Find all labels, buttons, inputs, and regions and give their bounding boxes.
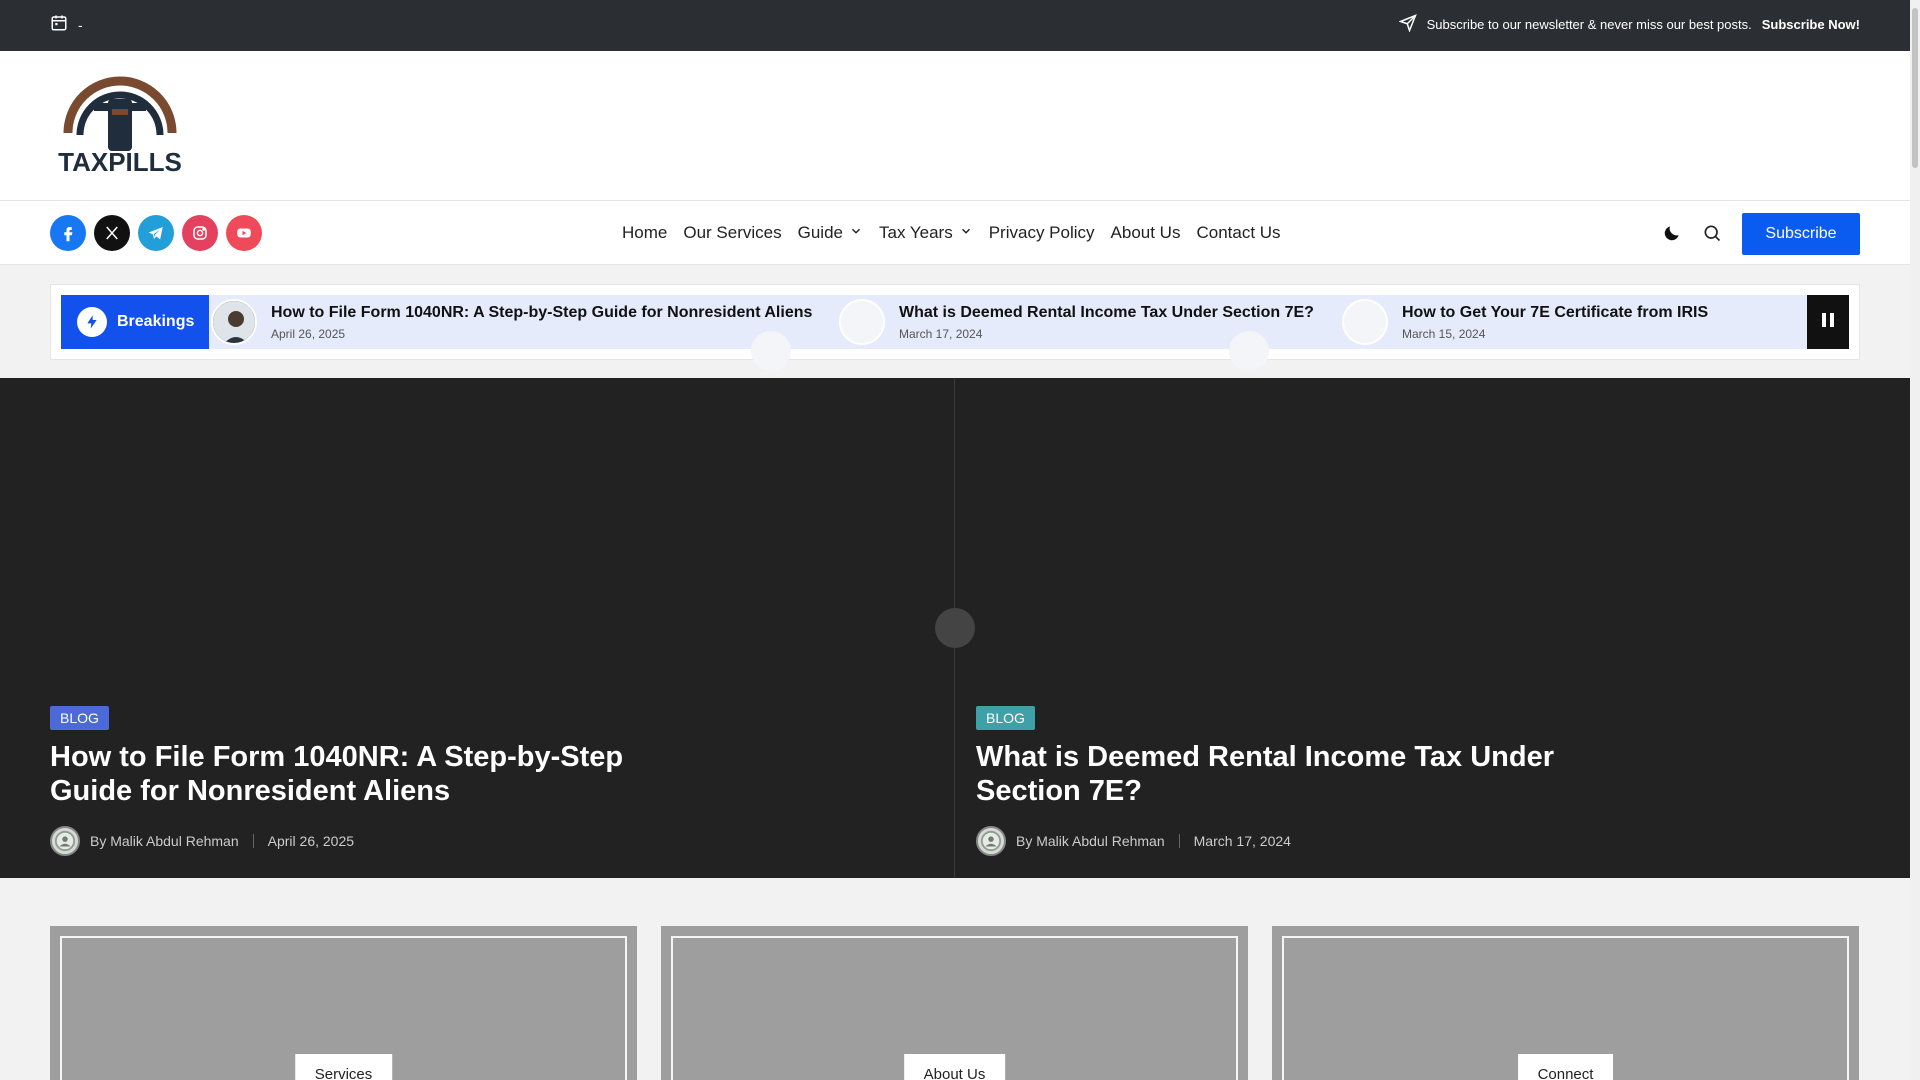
card-services[interactable]: Services	[50, 926, 637, 1080]
menu-item-our-services[interactable]: Our Services	[683, 223, 781, 243]
search-icon[interactable]	[1700, 221, 1724, 245]
ticker-ghost-thumbnail	[751, 331, 791, 371]
post-author[interactable]: By Malik Abdul Rehman	[90, 833, 239, 849]
site-header: TAXPILLS	[0, 51, 1910, 201]
chevron-down-icon	[959, 223, 973, 243]
author-avatar[interactable]	[50, 826, 80, 856]
breaking-news-ticker: Breakings How to File Form 1040NR: A Ste…	[50, 284, 1860, 371]
date-display: -	[50, 14, 83, 35]
menu-item-home[interactable]: Home	[622, 223, 667, 243]
social-links	[50, 215, 262, 251]
date-text: -	[78, 16, 83, 33]
category-badge[interactable]: BLOG	[50, 706, 109, 730]
card-label[interactable]: About Us	[903, 1054, 1006, 1080]
main-navbar: Home Our Services Guide Tax Years Privac…	[0, 201, 1910, 265]
primary-menu: Home Our Services Guide Tax Years Privac…	[622, 201, 1281, 265]
instagram-icon[interactable]	[182, 215, 218, 251]
pause-button[interactable]	[1807, 295, 1849, 349]
featured-posts: BLOG How to File Form 1040NR: A Step-by-…	[0, 378, 1910, 878]
post-title[interactable]: How to File Form 1040NR: A Step-by-Step …	[50, 740, 670, 808]
ticker-item-date: April 26, 2025	[271, 327, 346, 341]
post-author[interactable]: By Malik Abdul Rehman	[1016, 833, 1165, 849]
pause-icon	[1821, 312, 1835, 333]
ticker-item[interactable]: How to File Form 1040NR: A Step-by-Step …	[211, 295, 812, 349]
card-label[interactable]: Connect	[1517, 1054, 1614, 1080]
featured-post[interactable]: BLOG How to File Form 1040NR: A Step-by-…	[0, 378, 954, 878]
telegram-icon[interactable]	[138, 215, 174, 251]
youtube-icon[interactable]	[226, 215, 262, 251]
ticker-item-date: March 15, 2024	[1402, 327, 1486, 341]
post-date: March 17, 2024	[1193, 833, 1291, 849]
svg-text:TAXPILLS: TAXPILLS	[58, 147, 182, 175]
menu-item-privacy-policy[interactable]: Privacy Policy	[989, 223, 1095, 243]
scrollbar-thumb[interactable]	[1912, 8, 1918, 168]
send-icon	[1397, 14, 1417, 35]
post-meta: By Malik Abdul Rehman April 26, 2025	[50, 826, 354, 856]
subscribe-button[interactable]: Subscribe	[1742, 213, 1860, 255]
ticker-item[interactable]: How to Get Your 7E Certificate from IRIS…	[1342, 295, 1708, 349]
ticker-item-title: How to File Form 1040NR: A Step-by-Step …	[271, 304, 813, 321]
menu-item-guide[interactable]: Guide	[798, 223, 863, 243]
author-avatar[interactable]	[976, 826, 1006, 856]
featured-post[interactable]: BLOG What is Deemed Rental Income Tax Un…	[955, 378, 1909, 878]
card-about-us[interactable]: About Us	[661, 926, 1248, 1080]
dark-mode-toggle-icon[interactable]	[1660, 221, 1684, 245]
breaking-label: Breakings	[61, 295, 209, 349]
newsletter-text: Subscribe to our newsletter & never miss…	[1426, 17, 1752, 32]
facebook-icon[interactable]	[50, 215, 86, 251]
ticker-item-title: What is Deemed Rental Income Tax Under S…	[899, 304, 1314, 321]
ticker-thumbnail	[839, 299, 885, 345]
ticker-thumbnail	[211, 299, 257, 345]
newsletter-bar: Subscribe to our newsletter & never miss…	[1397, 14, 1860, 35]
card-connect[interactable]: Connect	[1272, 926, 1859, 1080]
ticker-ghost-thumbnail	[1229, 331, 1269, 371]
post-title[interactable]: What is Deemed Rental Income Tax Under S…	[976, 740, 1596, 808]
calendar-icon	[50, 14, 68, 35]
breaking-label-text: Breakings	[117, 313, 195, 330]
subscribe-now-link[interactable]: Subscribe Now!	[1762, 17, 1860, 32]
top-bar: - Subscribe to our newsletter & never mi…	[0, 0, 1910, 51]
ticker-thumbnail	[1342, 299, 1388, 345]
card-label[interactable]: Services	[294, 1054, 393, 1080]
menu-item-about-us[interactable]: About Us	[1111, 223, 1181, 243]
nav-tools	[1660, 221, 1724, 245]
post-date: April 26, 2025	[267, 833, 355, 849]
site-logo[interactable]: TAXPILLS	[50, 75, 190, 177]
slider-nav-dot[interactable]	[935, 608, 975, 648]
info-cards: Services About Us Connect	[50, 926, 1860, 1080]
ticker-item-title: How to Get Your 7E Certificate from IRIS	[1402, 304, 1709, 321]
meta-divider	[1178, 834, 1180, 848]
menu-item-contact-us[interactable]: Contact Us	[1196, 223, 1280, 243]
menu-item-guide-label: Guide	[797, 223, 843, 242]
page-scrollbar[interactable]	[1910, 0, 1920, 1080]
x-twitter-icon[interactable]	[94, 215, 130, 251]
chevron-down-icon	[849, 223, 863, 243]
meta-divider	[252, 834, 254, 848]
post-meta: By Malik Abdul Rehman March 17, 2024	[976, 826, 1291, 856]
menu-item-tax-years-label: Tax Years	[878, 223, 953, 242]
menu-item-tax-years[interactable]: Tax Years	[879, 223, 973, 243]
category-badge[interactable]: BLOG	[976, 706, 1035, 730]
lightning-icon	[77, 307, 107, 337]
